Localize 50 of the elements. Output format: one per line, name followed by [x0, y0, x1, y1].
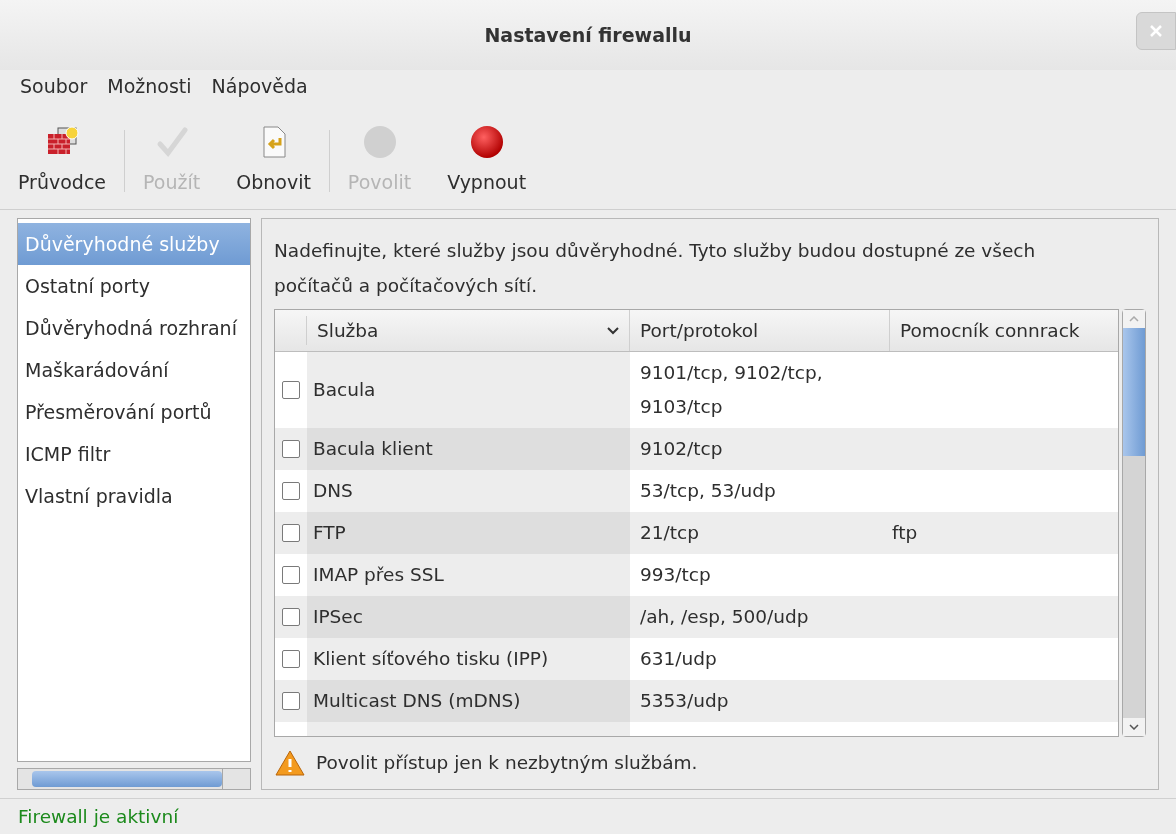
sidebar-item[interactable]: ICMP filtr [18, 433, 250, 475]
sidebar-item[interactable]: Důvěryhodná rozhraní [18, 307, 250, 349]
checkbox[interactable] [282, 524, 300, 542]
toolbar-button[interactable]: Obnovit [236, 124, 311, 197]
table-cell: DNS [307, 470, 630, 512]
status-text: Firewall je aktivní [18, 804, 179, 829]
sidebar-item[interactable]: Vlastní pravidla [18, 475, 250, 517]
toolbar-button[interactable]: Průvodce [18, 124, 107, 197]
vertical-scrollbar[interactable] [1122, 309, 1146, 737]
table-cell-text: 5353/udp [639, 689, 730, 713]
menu-item[interactable]: Nápověda [211, 71, 308, 101]
window-title: Nastavení firewallu [484, 22, 692, 48]
table-cell-text: /ah, /esp, 500/udp [639, 605, 810, 629]
table-cell: Klient síťového tisku (IPP) [307, 638, 630, 680]
table-cell: Bacula klient [307, 428, 630, 470]
table-cell-text: 9101/tcp, 9102/tcp, 9103/tcp [639, 361, 824, 419]
column-header[interactable]: Služba [307, 310, 630, 351]
checkbox[interactable] [282, 482, 300, 500]
checkbox[interactable] [282, 608, 300, 626]
warning-text: Povolit přístup jen k nezbytným službám. [316, 751, 698, 776]
table-cell: Bacula [307, 352, 630, 428]
menu-item[interactable]: Soubor [20, 71, 88, 101]
close-icon [1150, 25, 1162, 37]
table-cell: FTP [307, 512, 630, 554]
table-cell-text: 993/tcp [639, 563, 712, 587]
glossy-ball-icon [468, 124, 505, 161]
toolbar-button[interactable]: Vypnout [447, 124, 527, 197]
circle-icon [361, 124, 398, 161]
sidebar-item[interactable]: Maškarádování [18, 349, 250, 391]
table-cell: IPSec [307, 596, 630, 638]
table-cell: Multicast DNS (mDNS) [307, 680, 630, 722]
warning-icon [274, 749, 306, 777]
checkbox[interactable] [282, 440, 300, 458]
checkbox[interactable] [282, 692, 300, 710]
checkbox[interactable] [282, 381, 300, 399]
column-header[interactable]: Port/protokol [630, 310, 890, 351]
table-cell-text: 9102/tcp [639, 437, 724, 461]
column-header[interactable]: Pomocník connrack [890, 310, 1118, 351]
table-cell-text: 631/udp [639, 647, 718, 671]
menu-item[interactable]: Možnosti [107, 71, 192, 101]
horizontal-scrollbar[interactable] [17, 768, 251, 790]
table-cell-text: 21/tcp [639, 521, 700, 545]
checkbox[interactable] [282, 650, 300, 668]
checkbox[interactable] [282, 566, 300, 584]
sidebar-item[interactable]: Ostatní porty [18, 265, 250, 307]
sidebar-item[interactable]: Přesměrování portů [18, 391, 250, 433]
description-text: Nadefinujte, které služby jsou důvěryhodné. Tyto služby budou dostupné ze všech počítačů a počítačových sítí. [274, 239, 1037, 298]
table-cell: IMAP přes SSL [307, 554, 630, 596]
table-cell-text: ftp [891, 521, 919, 546]
table-cell-text: 53/tcp, 53/udp [639, 479, 777, 503]
